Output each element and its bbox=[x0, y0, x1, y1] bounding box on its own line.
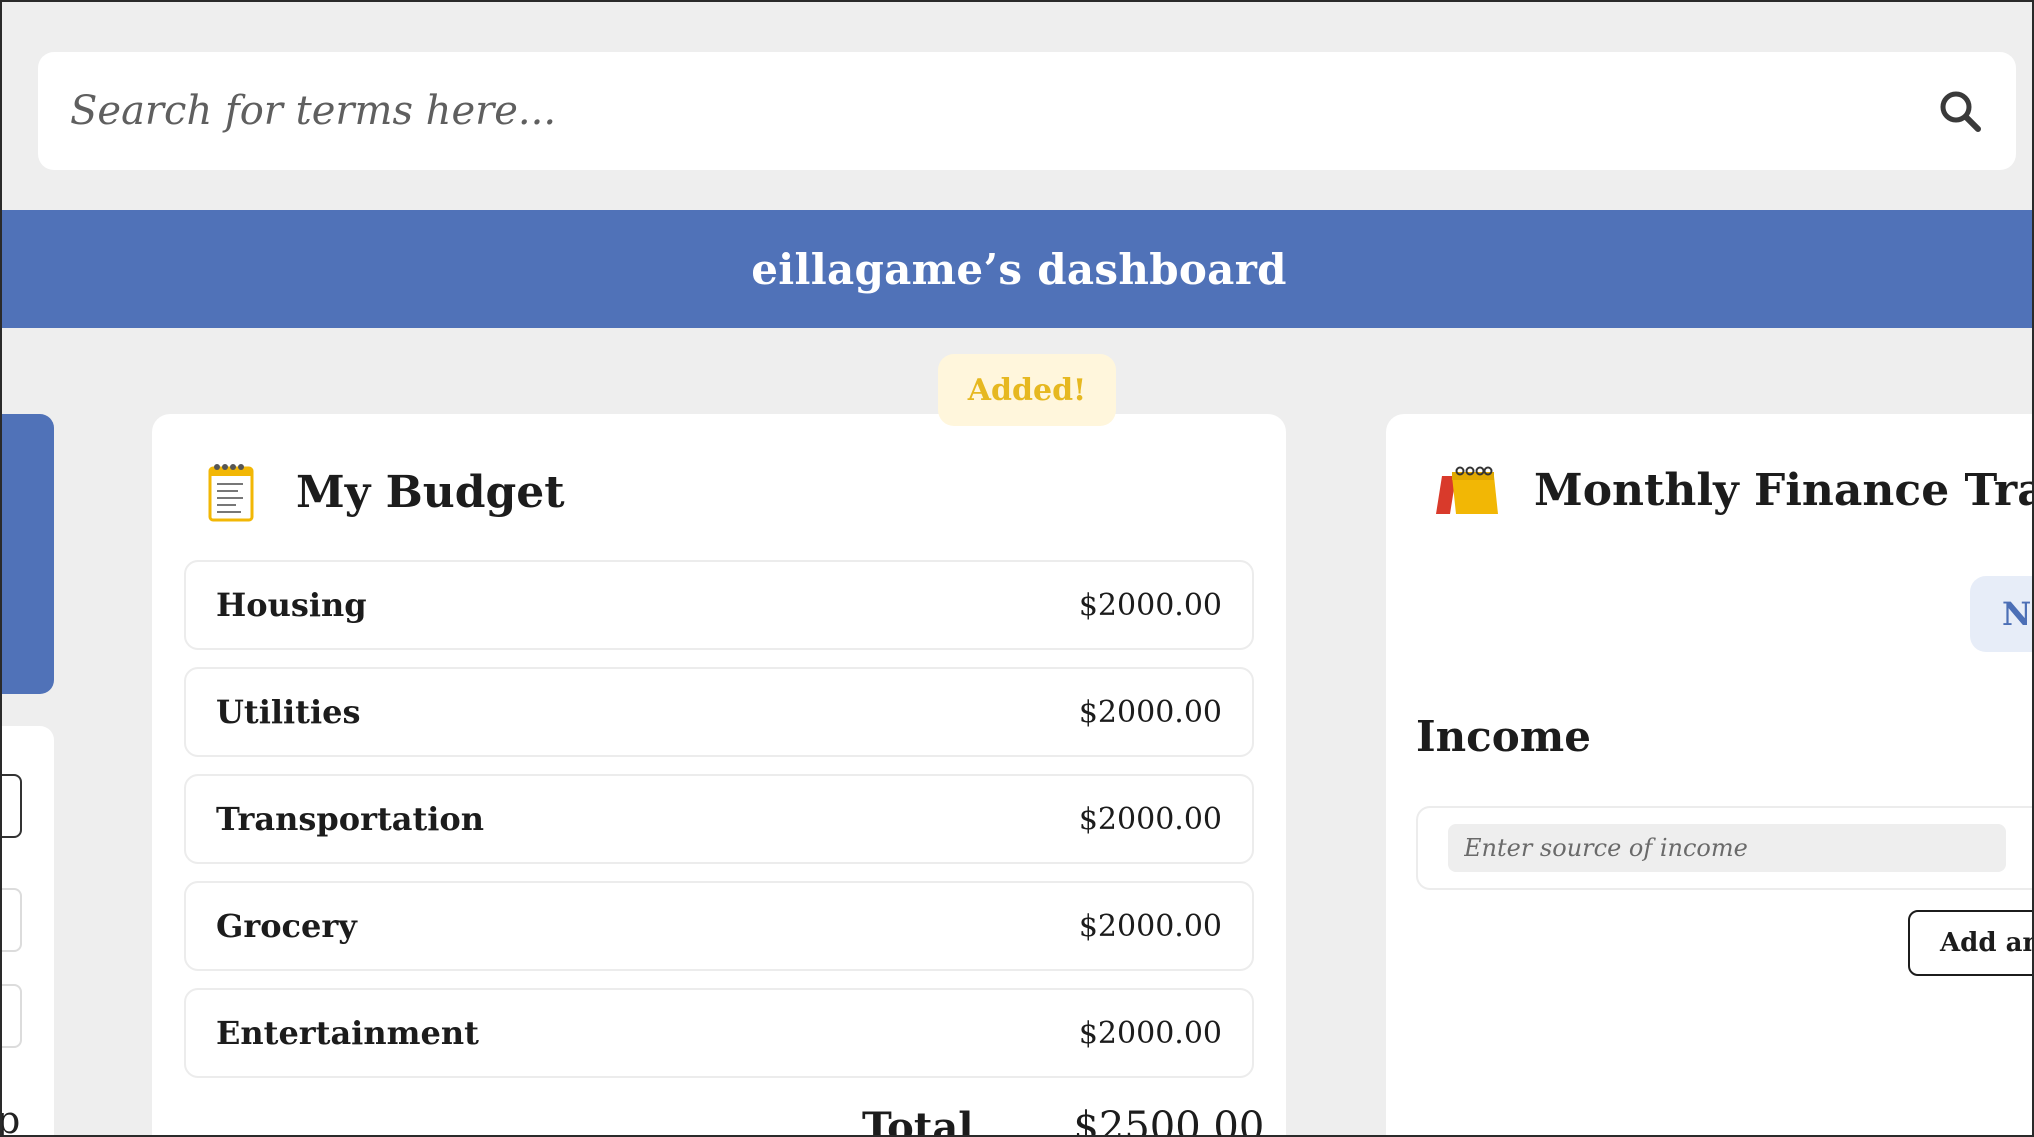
finance-title: Monthly Finance Track bbox=[1534, 464, 2032, 516]
search-input[interactable] bbox=[70, 88, 1936, 134]
budget-item-grocery[interactable]: Grocery $2000.00 bbox=[184, 881, 1254, 971]
budget-item-label: Entertainment bbox=[216, 1014, 479, 1052]
dashboard-title: eillagame’s dashboard bbox=[751, 244, 1287, 294]
income-source-input[interactable] bbox=[1448, 824, 2006, 872]
finance-tracker-card: Monthly Finance Track Ne Income Add anc bbox=[1386, 414, 2032, 1135]
budget-card: My Budget Housing $2000.00 Utilities $20… bbox=[152, 414, 1286, 1137]
budget-total: Total $2500.00 bbox=[862, 1104, 1265, 1137]
budget-list: Housing $2000.00 Utilities $2000.00 Tran… bbox=[184, 560, 1254, 1095]
add-income-button[interactable]: Add anc bbox=[1908, 910, 2032, 976]
budget-item-value: $2000.00 bbox=[1078, 801, 1222, 837]
left-side-text: p bbox=[2, 1098, 20, 1135]
budget-item-label: Housing bbox=[216, 586, 367, 624]
budget-item-label: Grocery bbox=[216, 907, 357, 945]
budget-item-housing[interactable]: Housing $2000.00 bbox=[184, 560, 1254, 650]
notepad-icon bbox=[208, 462, 254, 522]
budget-item-transportation[interactable]: Transportation $2000.00 bbox=[184, 774, 1254, 864]
left-side-field[interactable] bbox=[2, 984, 22, 1048]
total-value: $2500.00 bbox=[1073, 1104, 1265, 1137]
calendar-icon bbox=[1436, 464, 1498, 516]
app-frame: eillagame’s dashboard Added! p bbox=[0, 0, 2034, 1137]
income-heading: Income bbox=[1416, 712, 1591, 761]
finance-header: Monthly Finance Track bbox=[1436, 464, 2032, 516]
left-side-input[interactable] bbox=[2, 774, 22, 838]
total-label: Total bbox=[862, 1104, 974, 1137]
budget-item-value: $2000.00 bbox=[1078, 908, 1222, 944]
left-side-field[interactable] bbox=[2, 888, 22, 952]
search-icon[interactable] bbox=[1936, 87, 1984, 135]
budget-item-entertainment[interactable]: Entertainment $2000.00 bbox=[184, 988, 1254, 1078]
new-button[interactable]: Ne bbox=[1970, 576, 2032, 652]
dashboard-banner: eillagame’s dashboard bbox=[2, 210, 2032, 328]
budget-item-utilities[interactable]: Utilities $2000.00 bbox=[184, 667, 1254, 757]
added-toast: Added! bbox=[938, 354, 1116, 426]
budget-item-label: Transportation bbox=[216, 800, 484, 838]
search-bar bbox=[38, 52, 2016, 170]
budget-item-value: $2000.00 bbox=[1078, 694, 1222, 730]
budget-header: My Budget bbox=[208, 462, 565, 522]
income-entry bbox=[1416, 806, 2032, 890]
budget-item-value: $2000.00 bbox=[1078, 1015, 1222, 1051]
left-side-panel[interactable] bbox=[2, 414, 54, 694]
budget-title: My Budget bbox=[296, 466, 565, 518]
budget-item-label: Utilities bbox=[216, 693, 361, 731]
budget-item-value: $2000.00 bbox=[1078, 587, 1222, 623]
